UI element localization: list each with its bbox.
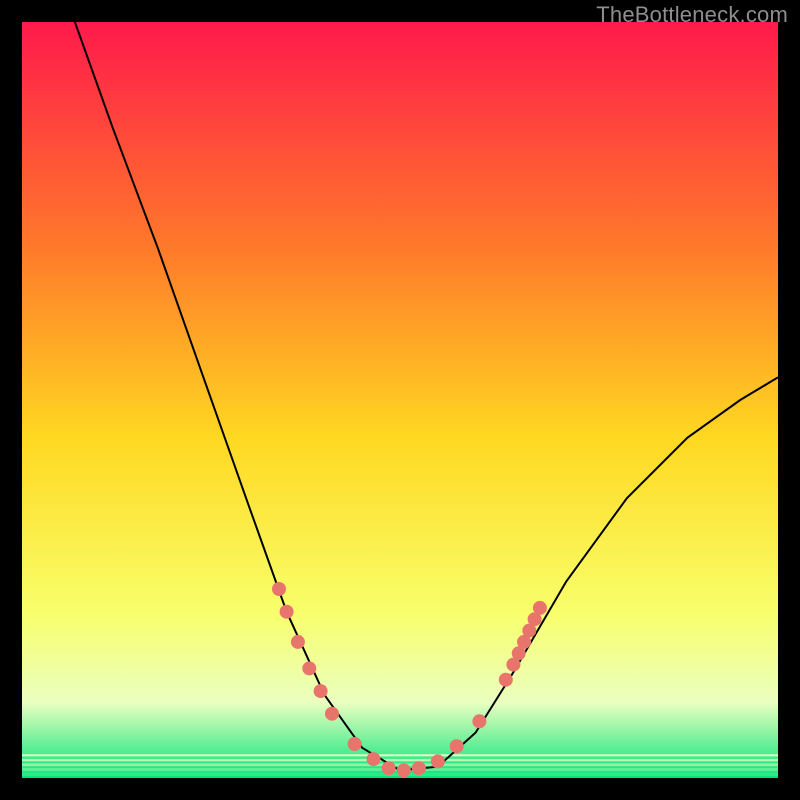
data-marker xyxy=(302,661,316,675)
chart-frame xyxy=(22,22,778,778)
data-marker xyxy=(450,739,464,753)
data-marker xyxy=(533,601,547,615)
data-marker xyxy=(348,737,362,751)
green-stripe xyxy=(22,759,778,761)
data-marker xyxy=(382,761,396,775)
bottleneck-chart xyxy=(22,22,778,778)
data-marker xyxy=(499,673,513,687)
data-marker xyxy=(397,763,411,777)
green-stripe xyxy=(22,777,778,778)
data-marker xyxy=(325,707,339,721)
data-marker xyxy=(280,605,294,619)
data-marker xyxy=(431,754,445,768)
green-stripe xyxy=(22,754,778,756)
data-marker xyxy=(272,582,286,596)
data-marker xyxy=(314,684,328,698)
data-marker xyxy=(367,752,381,766)
watermark-text: TheBottleneck.com xyxy=(596,2,788,28)
data-marker xyxy=(412,761,426,775)
gradient-background xyxy=(22,22,778,778)
data-marker xyxy=(472,714,486,728)
data-marker xyxy=(291,635,305,649)
